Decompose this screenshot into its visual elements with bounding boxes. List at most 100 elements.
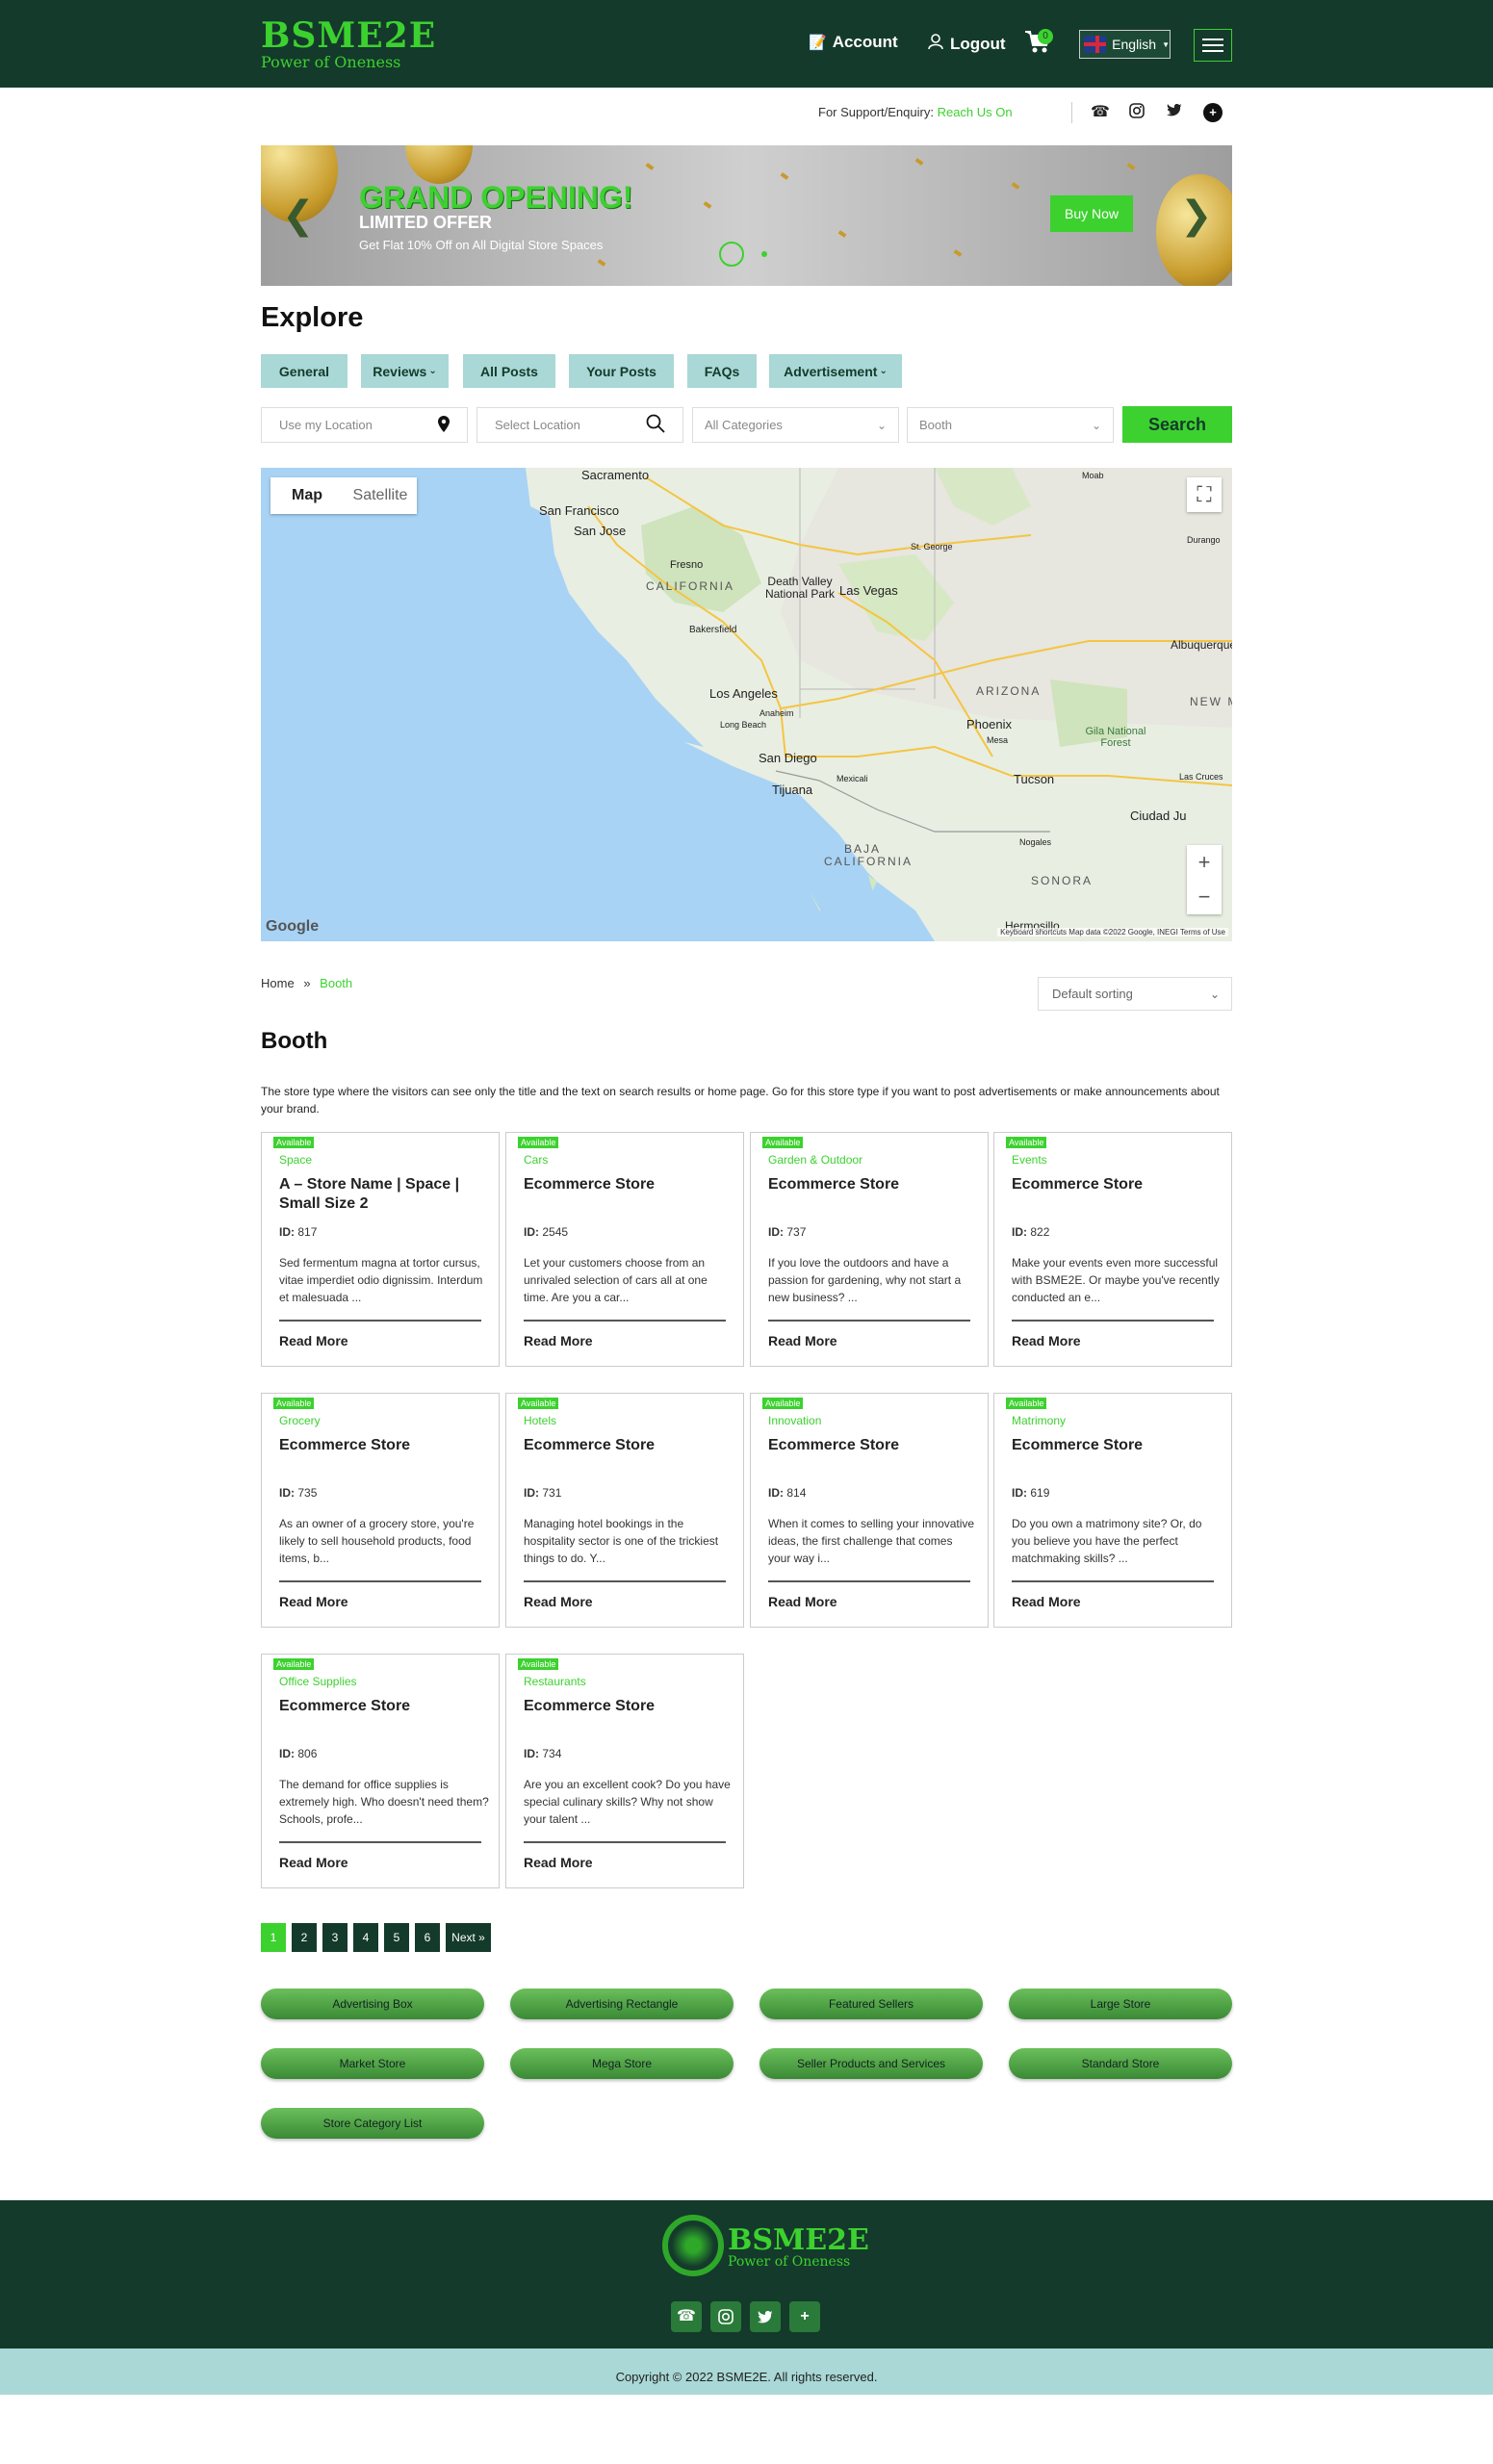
instagram-icon[interactable]	[1127, 103, 1146, 122]
card-category[interactable]: Office Supplies	[279, 1675, 357, 1688]
store-card[interactable]: Available Space A – Store Name | Space | S…	[261, 1132, 500, 1367]
card-category[interactable]: Restaurants	[524, 1675, 586, 1688]
store-card[interactable]: Available Office Supplies Ecommerce Store I…	[261, 1654, 500, 1888]
card-category[interactable]: Cars	[524, 1153, 548, 1167]
language-select[interactable]: English ▼	[1079, 30, 1171, 59]
zoom-out-button[interactable]: −	[1187, 880, 1222, 914]
card-title[interactable]: Ecommerce Store	[1012, 1436, 1218, 1455]
card-title[interactable]: Ecommerce Store	[768, 1175, 974, 1194]
carousel-dot[interactable]	[761, 251, 767, 257]
footer-plus-icon[interactable]: +	[789, 2301, 820, 2332]
card-category[interactable]: Grocery	[279, 1414, 321, 1427]
store-link-seller-products[interactable]: Seller Products and Services	[759, 2048, 983, 2079]
card-title[interactable]: Ecommerce Store	[524, 1697, 730, 1716]
page-2-button[interactable]: 2	[292, 1923, 317, 1952]
card-title[interactable]: Ecommerce Store	[279, 1697, 485, 1716]
store-link-advertising-box[interactable]: Advertising Box	[261, 1989, 484, 2019]
plus-icon[interactable]: +	[1203, 103, 1223, 122]
account-link[interactable]: 📝 Account	[809, 33, 898, 52]
page-6-button[interactable]: 6	[415, 1923, 440, 1952]
footer-whatsapp-icon[interactable]: ☎	[671, 2301, 702, 2332]
reach-us-link[interactable]: Reach Us On	[938, 105, 1013, 119]
read-more-link[interactable]: Read More	[279, 1855, 348, 1870]
card-id: ID: 731	[524, 1486, 561, 1500]
store-card[interactable]: Available Matrimony Ecommerce Store ID: 619…	[993, 1393, 1232, 1628]
page-1-button[interactable]: 1	[261, 1923, 286, 1952]
buy-now-button[interactable]: Buy Now	[1050, 195, 1133, 232]
store-card[interactable]: Available Hotels Ecommerce Store ID: 731 Man…	[505, 1393, 744, 1628]
satellite-view-button[interactable]: Satellite	[344, 477, 417, 514]
breadcrumb-home[interactable]: Home	[261, 976, 295, 990]
store-link-featured-sellers[interactable]: Featured Sellers	[759, 1989, 983, 2019]
tab-advertisement[interactable]: Advertisement ⌄	[769, 354, 902, 388]
card-id-label: ID:	[1012, 1225, 1027, 1239]
hamburger-menu-button[interactable]	[1194, 29, 1232, 62]
zoom-in-button[interactable]: +	[1187, 845, 1222, 880]
page-3-button[interactable]: 3	[322, 1923, 348, 1952]
whatsapp-icon[interactable]: ☎	[1091, 103, 1110, 122]
type-select[interactable]: Booth ⌄	[907, 407, 1114, 443]
card-description: Make your events even more successful wi…	[1012, 1256, 1220, 1304]
page-5-button[interactable]: 5	[384, 1923, 409, 1952]
read-more-link[interactable]: Read More	[1012, 1594, 1081, 1609]
card-category[interactable]: Hotels	[524, 1414, 556, 1427]
read-more-link[interactable]: Read More	[524, 1855, 593, 1870]
card-title[interactable]: Ecommerce Store	[1012, 1175, 1218, 1194]
logout-link[interactable]: Logout	[927, 33, 1006, 55]
store-card[interactable]: Available Garden & Outdoor Ecommerce Store…	[750, 1132, 989, 1367]
tab-reviews[interactable]: Reviews ⌄	[361, 354, 449, 388]
read-more-link[interactable]: Read More	[768, 1594, 837, 1609]
read-more-link[interactable]: Read More	[524, 1333, 593, 1348]
store-card[interactable]: Available Events Ecommerce Store ID: 822 Mak…	[993, 1132, 1232, 1367]
next-page-button[interactable]: Next »	[446, 1923, 491, 1952]
read-more-link[interactable]: Read More	[768, 1333, 837, 1348]
card-category[interactable]: Events	[1012, 1153, 1047, 1167]
map-attribution[interactable]: Keyboard shortcuts Map data ©2022 Google…	[997, 928, 1228, 937]
google-map[interactable]: Map Satellite ⛶ + − Sacramento San Franc…	[261, 468, 1232, 941]
select-location-field[interactable]: Select Location	[476, 407, 683, 443]
card-category[interactable]: Innovation	[768, 1414, 821, 1427]
store-link-market-store[interactable]: Market Store	[261, 2048, 484, 2079]
use-location-field[interactable]: Use my Location	[261, 407, 468, 443]
card-title[interactable]: A – Store Name | Space | Small Size 2	[279, 1175, 485, 1214]
top-header: BSME2E Power of Oneness 📝 Account Logout…	[0, 0, 1493, 88]
logo[interactable]: BSME2E Power of Oneness	[261, 17, 436, 71]
twitter-icon[interactable]	[1165, 103, 1184, 122]
fullscreen-icon[interactable]: ⛶	[1187, 477, 1222, 512]
store-card[interactable]: Available Innovation Ecommerce Store ID: 81…	[750, 1393, 989, 1628]
store-card[interactable]: Available Restaurants Ecommerce Store ID: 7…	[505, 1654, 744, 1888]
read-more-link[interactable]: Read More	[279, 1333, 348, 1348]
page-4-button[interactable]: 4	[353, 1923, 378, 1952]
read-more-link[interactable]: Read More	[1012, 1333, 1081, 1348]
store-link-category-list[interactable]: Store Category List	[261, 2108, 484, 2139]
footer-twitter-icon[interactable]	[750, 2301, 781, 2332]
read-more-link[interactable]: Read More	[279, 1594, 348, 1609]
footer-instagram-icon[interactable]	[710, 2301, 741, 2332]
card-title[interactable]: Ecommerce Store	[524, 1175, 730, 1194]
carousel-next-icon[interactable]: ❯	[1180, 193, 1213, 238]
store-card[interactable]: Available Cars Ecommerce Store ID: 2545 Let …	[505, 1132, 744, 1367]
store-link-large-store[interactable]: Large Store	[1009, 1989, 1232, 2019]
carousel-dot-active[interactable]	[719, 242, 744, 267]
card-category[interactable]: Space	[279, 1153, 312, 1167]
store-link-mega-store[interactable]: Mega Store	[510, 2048, 734, 2079]
read-more-link[interactable]: Read More	[524, 1594, 593, 1609]
search-button[interactable]: Search	[1122, 406, 1232, 443]
card-category[interactable]: Garden & Outdoor	[768, 1153, 862, 1167]
category-select[interactable]: All Categories ⌄	[692, 407, 899, 443]
store-link-standard-store[interactable]: Standard Store	[1009, 2048, 1232, 2079]
card-category[interactable]: Matrimony	[1012, 1414, 1066, 1427]
tab-general[interactable]: General	[261, 354, 348, 388]
store-card[interactable]: Available Grocery Ecommerce Store ID: 735 As…	[261, 1393, 500, 1628]
sort-select[interactable]: Default sorting ⌄	[1038, 977, 1232, 1011]
tab-faqs[interactable]: FAQs	[687, 354, 757, 388]
tab-your-posts[interactable]: Your Posts	[569, 354, 674, 388]
map-view-button[interactable]: Map	[270, 477, 344, 514]
availability-badge: Available	[762, 1398, 804, 1409]
card-title[interactable]: Ecommerce Store	[768, 1436, 974, 1455]
store-link-advertising-rectangle[interactable]: Advertising Rectangle	[510, 1989, 734, 2019]
card-title[interactable]: Ecommerce Store	[279, 1436, 485, 1455]
tab-all-posts[interactable]: All Posts	[463, 354, 555, 388]
carousel-prev-icon[interactable]: ❮	[282, 193, 315, 238]
card-title[interactable]: Ecommerce Store	[524, 1436, 730, 1455]
